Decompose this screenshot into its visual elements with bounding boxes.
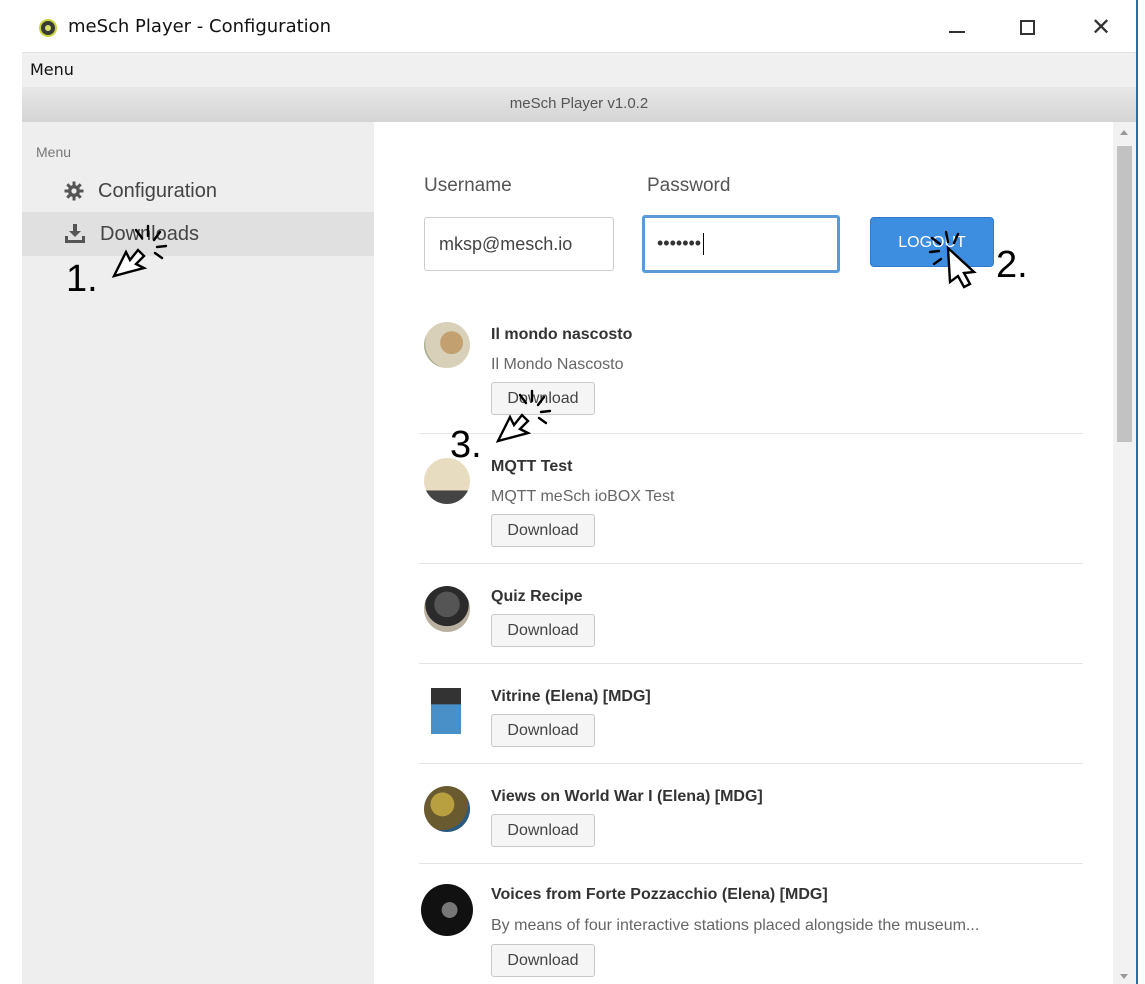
maximize-button[interactable] — [1004, 8, 1050, 46]
download-button[interactable]: Download — [491, 944, 595, 977]
close-button[interactable]: ✕ — [1078, 8, 1124, 46]
item-description: By means of four interactive stations pl… — [491, 917, 980, 934]
list-item: Voices from Forte Pozzacchio (Elena) [MD… — [419, 864, 1083, 984]
username-input[interactable]: mksp@mesch.io — [424, 217, 614, 271]
scroll-down-arrow-icon[interactable] — [1120, 974, 1128, 979]
item-title: Il mondo nascosto — [491, 326, 633, 343]
maximize-icon — [1019, 19, 1035, 35]
password-input[interactable]: ••••••• — [642, 215, 840, 273]
title-bar: meSch Player - Configuration ✕ — [22, 0, 1136, 52]
app-logo-icon — [39, 19, 57, 37]
step-2-label: 2. — [996, 244, 1028, 286]
scrollbar-thumb[interactable] — [1117, 146, 1132, 442]
text-caret — [703, 233, 705, 256]
sidebar-item-configuration[interactable]: Configuration — [22, 169, 374, 213]
list-item: Quiz Recipe Download — [419, 564, 1083, 664]
click-cursor-icon — [495, 389, 552, 443]
sidebar-item-downloads[interactable]: Downloads — [22, 212, 374, 256]
step-1-label: 1. — [66, 258, 98, 300]
vertical-scrollbar[interactable] — [1113, 122, 1136, 984]
download-icon — [65, 224, 85, 243]
password-label: Password — [647, 175, 731, 196]
menu-bar: Menu — [22, 52, 1136, 87]
scroll-up-arrow-icon[interactable] — [1120, 130, 1128, 135]
item-thumbnail — [424, 586, 470, 632]
minimize-button[interactable] — [934, 8, 980, 46]
item-title: MQTT Test — [491, 458, 573, 475]
download-button[interactable]: Download — [491, 714, 595, 747]
sidebar: Menu Configuration Downloads — [22, 122, 374, 984]
download-button[interactable]: Download — [491, 614, 595, 647]
sidebar-item-label: Configuration — [98, 179, 217, 202]
step-3-label: 3. — [450, 424, 482, 466]
download-button[interactable]: Download — [491, 514, 595, 547]
item-thumbnail — [424, 786, 470, 832]
click-cursor-icon — [111, 224, 168, 278]
window-title: meSch Player - Configuration — [68, 16, 332, 37]
item-thumbnail — [431, 688, 461, 734]
gear-icon — [64, 181, 84, 201]
minimize-icon — [949, 31, 965, 33]
list-item: Vitrine (Elena) [MDG] Download — [419, 664, 1083, 764]
download-button[interactable]: Download — [491, 814, 595, 847]
menu-menu-item[interactable]: Menu — [30, 60, 74, 79]
item-description: MQTT meSch ioBOX Test — [491, 488, 675, 505]
item-thumbnail — [421, 884, 473, 936]
close-icon: ✕ — [1090, 13, 1112, 41]
pointer-cursor-icon — [928, 230, 977, 289]
app-window: meSch Player - Configuration ✕ Menu meSc… — [22, 0, 1138, 984]
item-title: Voices from Forte Pozzacchio (Elena) [MD… — [491, 886, 828, 903]
username-label: Username — [424, 175, 512, 196]
version-bar: meSch Player v1.0.2 — [22, 87, 1136, 124]
item-title: Views on World War I (Elena) [MDG] — [491, 788, 763, 805]
item-title: Vitrine (Elena) [MDG] — [491, 688, 651, 705]
list-item: MQTT Test MQTT meSch ioBOX Test Download — [419, 434, 1083, 564]
sidebar-heading: Menu — [36, 144, 72, 160]
item-description: Il Mondo Nascosto — [491, 356, 624, 373]
item-thumbnail — [424, 322, 470, 368]
item-title: Quiz Recipe — [491, 588, 583, 605]
password-value: ••••••• — [657, 233, 702, 253]
list-item: Views on World War I (Elena) [MDG] Downl… — [419, 764, 1083, 864]
